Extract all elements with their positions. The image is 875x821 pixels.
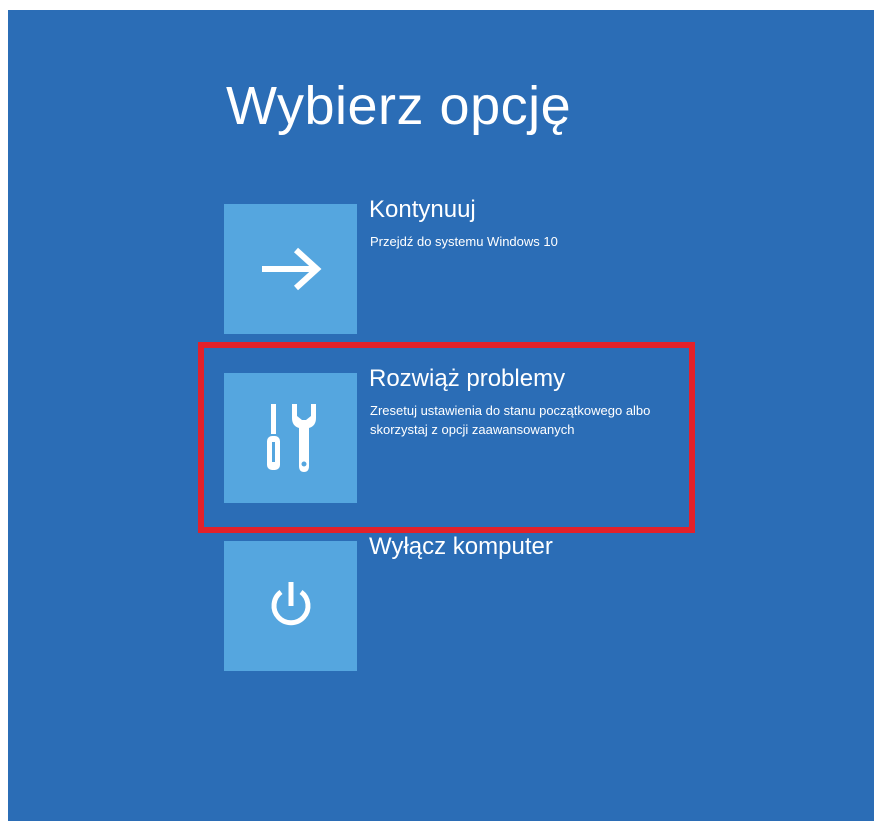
page-title: Wybierz opcję [226, 76, 572, 136]
continue-label[interactable]: Kontynuuj [369, 196, 476, 224]
recovery-screen: Wybierz opcję Kontynuuj Przejdź do syste… [8, 10, 874, 821]
troubleshoot-description: Zresetuj ustawienia do stanu początkoweg… [370, 403, 651, 437]
shutdown-option[interactable]: Wyłącz komputer [224, 533, 694, 673]
tools-icon [266, 404, 316, 472]
power-icon [271, 582, 310, 626]
troubleshoot-option[interactable]: Rozwiąż problemy Zresetuj ustawienia do … [224, 365, 694, 505]
shutdown-tile[interactable] [224, 541, 357, 671]
continue-option[interactable]: Kontynuuj Przejdź do systemu Windows 10 [224, 196, 694, 336]
continue-description: Przejdź do systemu Windows 10 [370, 234, 558, 249]
shutdown-label[interactable]: Wyłącz komputer [369, 533, 553, 561]
continue-tile[interactable] [224, 204, 357, 334]
arrow-right-icon [261, 247, 321, 291]
troubleshoot-tile[interactable] [224, 373, 357, 503]
troubleshoot-label[interactable]: Rozwiąż problemy [369, 365, 565, 393]
